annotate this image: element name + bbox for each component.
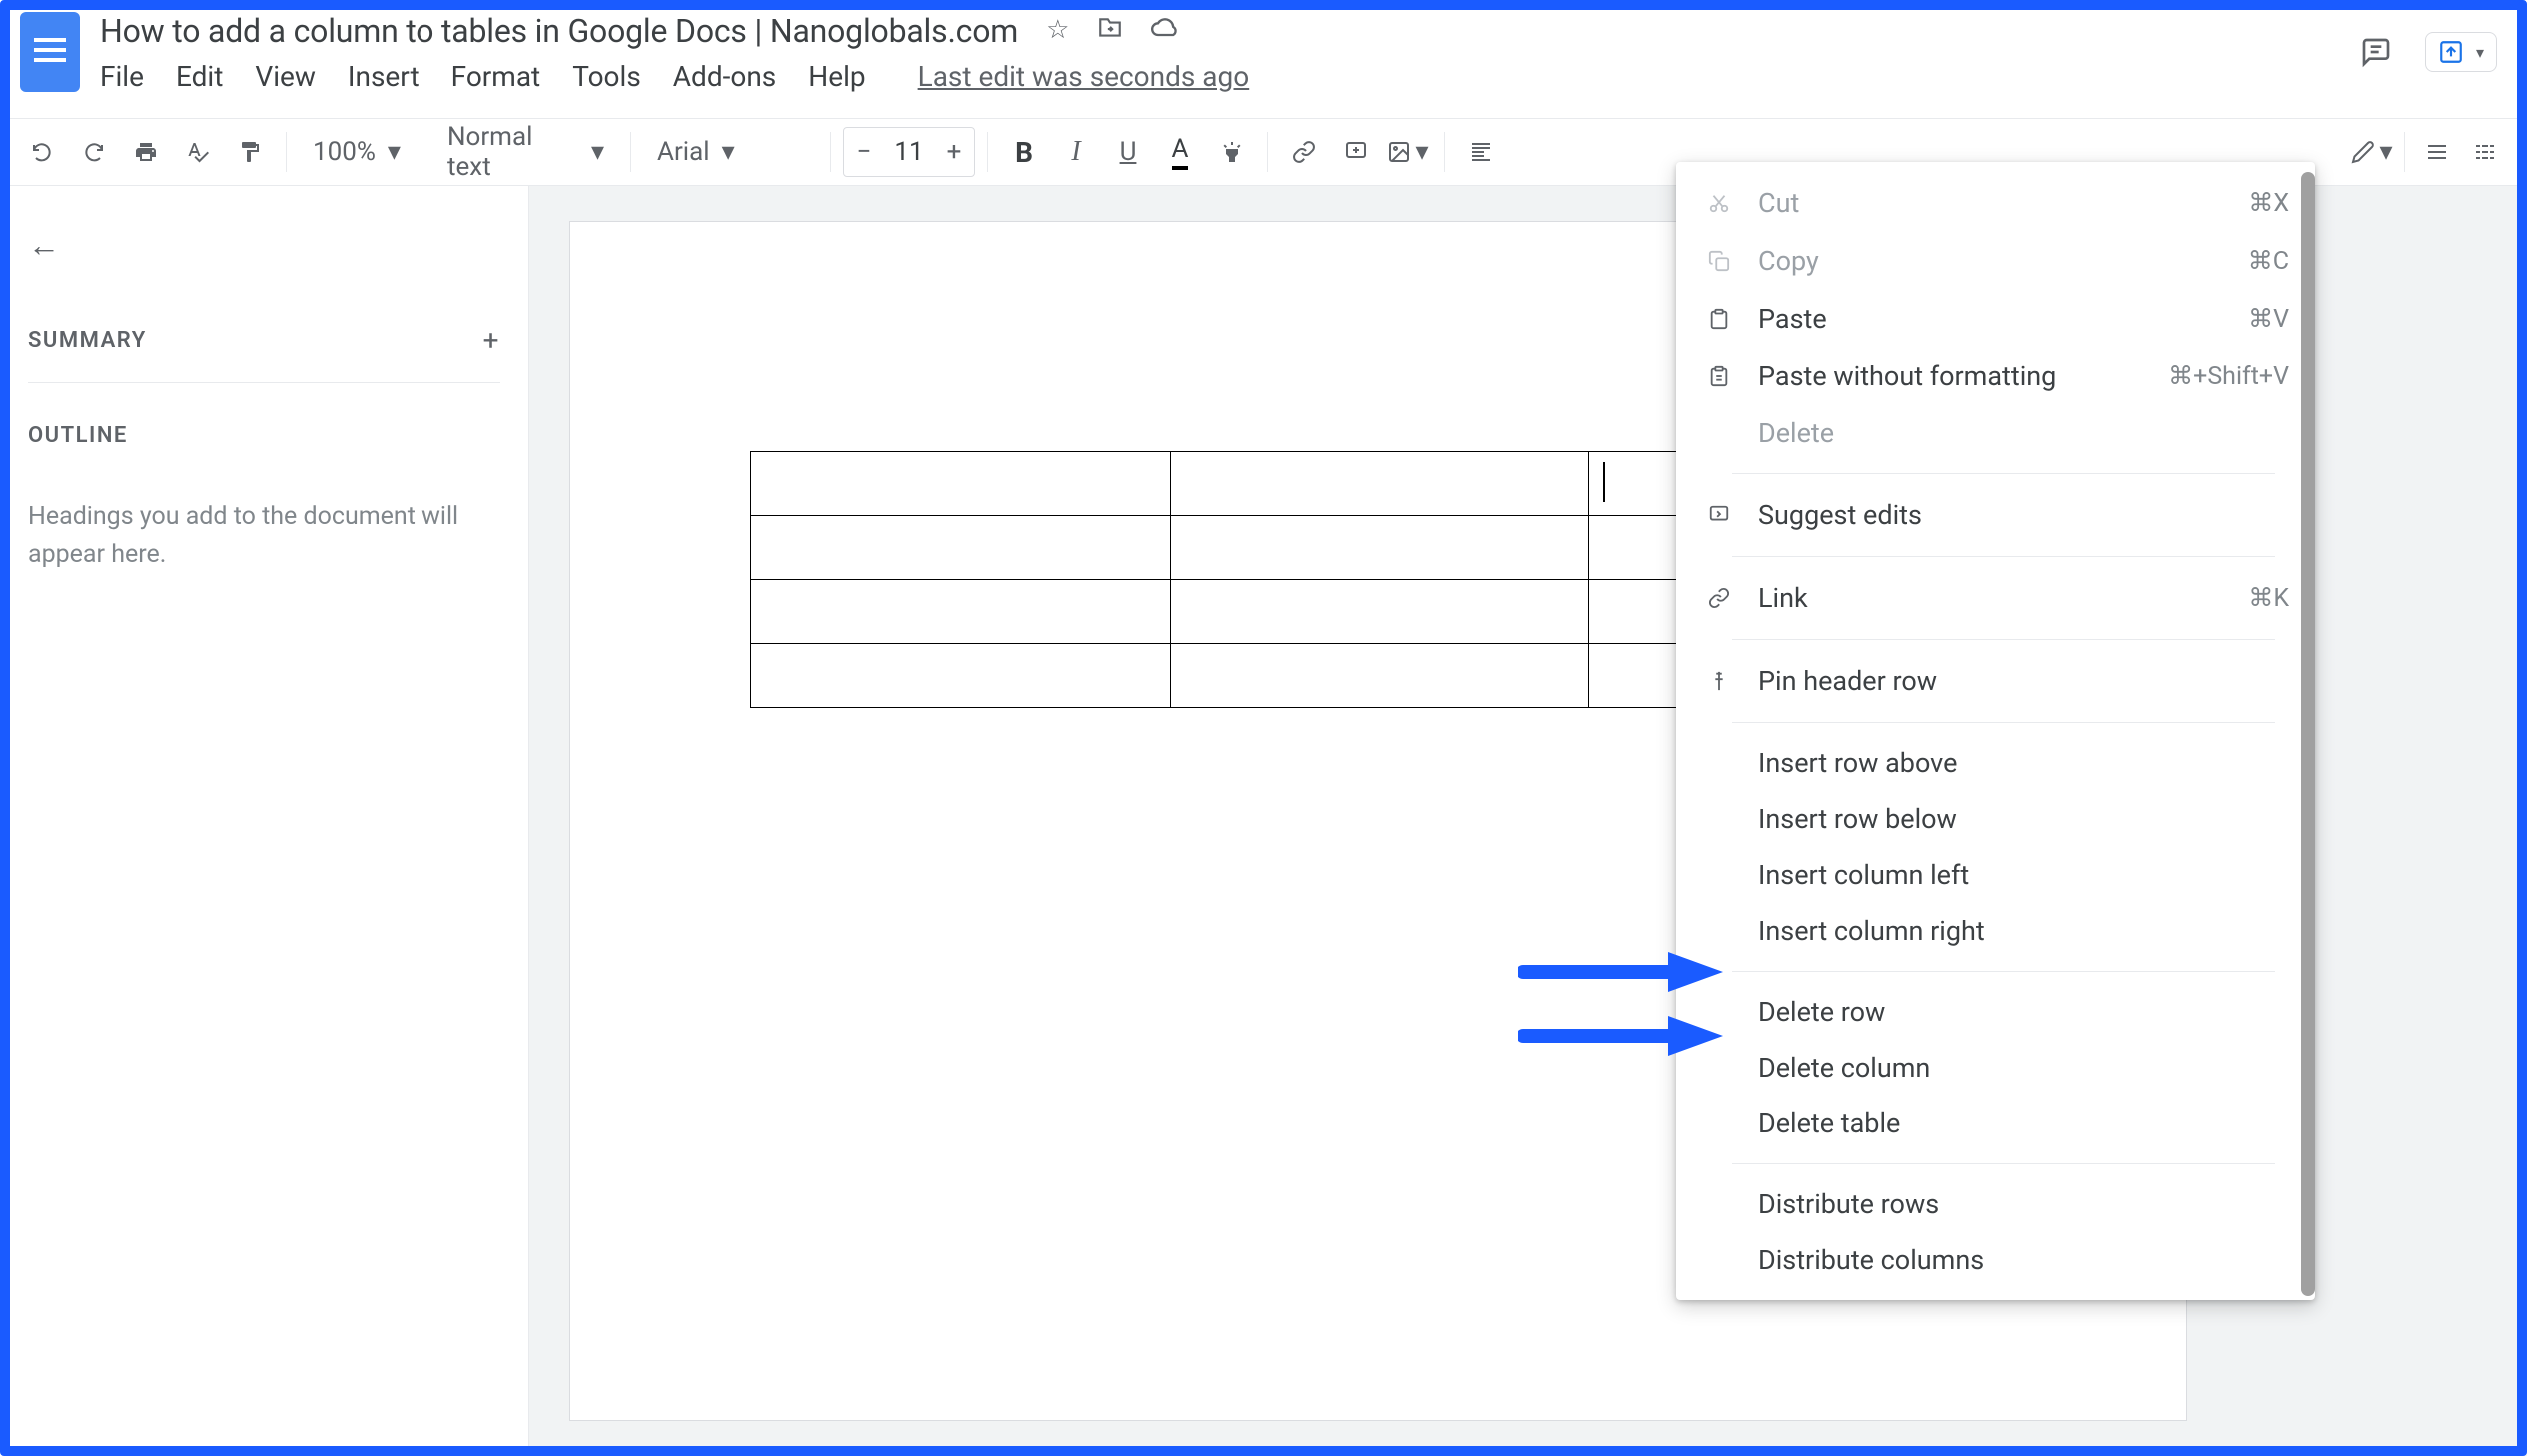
context-menu: Cut ⌘X Copy ⌘C Paste ⌘V Paste without fo… (1676, 162, 2315, 1300)
menu-help[interactable]: Help (808, 60, 865, 93)
menu-bar: File Edit View Insert Format Tools Add-o… (100, 60, 2357, 93)
annotation-arrow-icon (1518, 947, 1728, 997)
menu-format[interactable]: Format (451, 60, 541, 93)
link-icon (1702, 581, 1736, 615)
comments-icon[interactable] (2357, 33, 2395, 71)
menu-distribute-rows[interactable]: Distribute rows (1676, 1176, 2315, 1232)
bold-icon[interactable]: B (1000, 128, 1048, 176)
editing-mode-icon[interactable]: ▾ (2348, 128, 2396, 176)
menu-insert-col-right[interactable]: Insert column right (1676, 903, 2315, 959)
cloud-icon[interactable] (1151, 15, 1179, 48)
link-icon[interactable] (1280, 128, 1328, 176)
menu-cut: Cut ⌘X (1676, 174, 2315, 232)
menu-tools[interactable]: Tools (572, 60, 641, 93)
font-dropdown[interactable]: Arial▾ (643, 128, 818, 176)
menu-paste-no-format[interactable]: Paste without formatting ⌘+Shift+V (1676, 348, 2315, 405)
paste-icon (1702, 302, 1736, 336)
table-cell[interactable] (751, 452, 1171, 516)
menu-link[interactable]: Link ⌘K (1676, 569, 2315, 627)
redo-icon[interactable] (70, 128, 118, 176)
table-cell[interactable] (1170, 452, 1589, 516)
docs-logo-icon[interactable] (20, 12, 80, 92)
text-cursor (1603, 462, 1605, 502)
spellcheck-icon[interactable] (174, 128, 222, 176)
menu-suggest-edits[interactable]: Suggest edits (1676, 486, 2315, 544)
add-summary-icon[interactable]: + (483, 324, 500, 357)
menu-addons[interactable]: Add-ons (673, 60, 776, 93)
menu-file[interactable]: File (100, 60, 144, 93)
menu-delete: Delete (1676, 405, 2315, 461)
undo-icon[interactable] (18, 128, 66, 176)
font-size-plus[interactable]: + (934, 128, 974, 176)
menu-view[interactable]: View (255, 60, 316, 93)
menu-insert-row-below[interactable]: Insert row below (1676, 791, 2315, 847)
summary-label: SUMMARY (28, 328, 147, 353)
menu-insert-row-above[interactable]: Insert row above (1676, 735, 2315, 791)
font-size-minus[interactable]: − (844, 128, 884, 176)
table-cell[interactable] (751, 580, 1171, 644)
menu-delete-row[interactable]: Delete row (1676, 984, 2315, 1040)
add-comment-icon[interactable] (1332, 128, 1380, 176)
context-menu-scrollbar[interactable] (2301, 172, 2315, 1296)
align-icon[interactable] (1457, 128, 1505, 176)
table-cell[interactable] (751, 644, 1171, 708)
zoom-dropdown[interactable]: 100%▾ (299, 128, 409, 176)
menu-insert-col-left[interactable]: Insert column left (1676, 847, 2315, 903)
menu-paste[interactable]: Paste ⌘V (1676, 290, 2315, 348)
star-icon[interactable]: ☆ (1046, 15, 1069, 48)
document-title[interactable]: How to add a column to tables in Google … (100, 12, 1018, 50)
underline-icon[interactable]: U (1104, 128, 1152, 176)
last-edit-link[interactable]: Last edit was seconds ago (918, 60, 1250, 93)
app-header: How to add a column to tables in Google … (0, 0, 2527, 118)
outline-sidebar: ← SUMMARY + OUTLINE Headings you add to … (0, 186, 529, 1456)
print-icon[interactable] (122, 128, 170, 176)
highlight-icon[interactable] (1208, 128, 1256, 176)
font-size-input[interactable]: 11 (884, 137, 934, 167)
menu-delete-column[interactable]: Delete column (1676, 1040, 2315, 1095)
menu-edit[interactable]: Edit (176, 60, 223, 93)
table-cell[interactable] (1170, 644, 1589, 708)
outline-label: OUTLINE (28, 423, 500, 448)
paint-format-icon[interactable] (226, 128, 274, 176)
menu-copy: Copy ⌘C (1676, 232, 2315, 290)
expand-icon[interactable] (2461, 128, 2509, 176)
hide-menus-icon[interactable] (2413, 128, 2461, 176)
text-color-icon[interactable]: A (1156, 128, 1204, 176)
back-arrow-icon[interactable]: ← (28, 226, 500, 264)
pin-icon (1702, 664, 1736, 698)
menu-delete-table[interactable]: Delete table (1676, 1095, 2315, 1151)
suggest-edits-icon (1702, 498, 1736, 532)
menu-pin-header[interactable]: Pin header row (1676, 652, 2315, 710)
move-icon[interactable] (1097, 15, 1123, 48)
table-cell[interactable] (751, 516, 1171, 580)
copy-icon (1702, 244, 1736, 278)
insert-image-icon[interactable]: ▾ (1384, 128, 1432, 176)
share-button[interactable]: ▾ (2425, 32, 2497, 72)
cut-icon (1702, 186, 1736, 220)
outline-placeholder: Headings you add to the document will ap… (28, 498, 500, 573)
annotation-arrow-icon (1518, 1011, 1728, 1061)
table-cell[interactable] (1170, 580, 1589, 644)
menu-distribute-columns[interactable]: Distribute columns (1676, 1232, 2315, 1288)
paragraph-style-dropdown[interactable]: Normal text▾ (433, 128, 618, 176)
table-cell[interactable] (1170, 516, 1589, 580)
italic-icon[interactable]: I (1052, 128, 1100, 176)
menu-insert[interactable]: Insert (348, 60, 420, 93)
paste-plain-icon (1702, 360, 1736, 393)
